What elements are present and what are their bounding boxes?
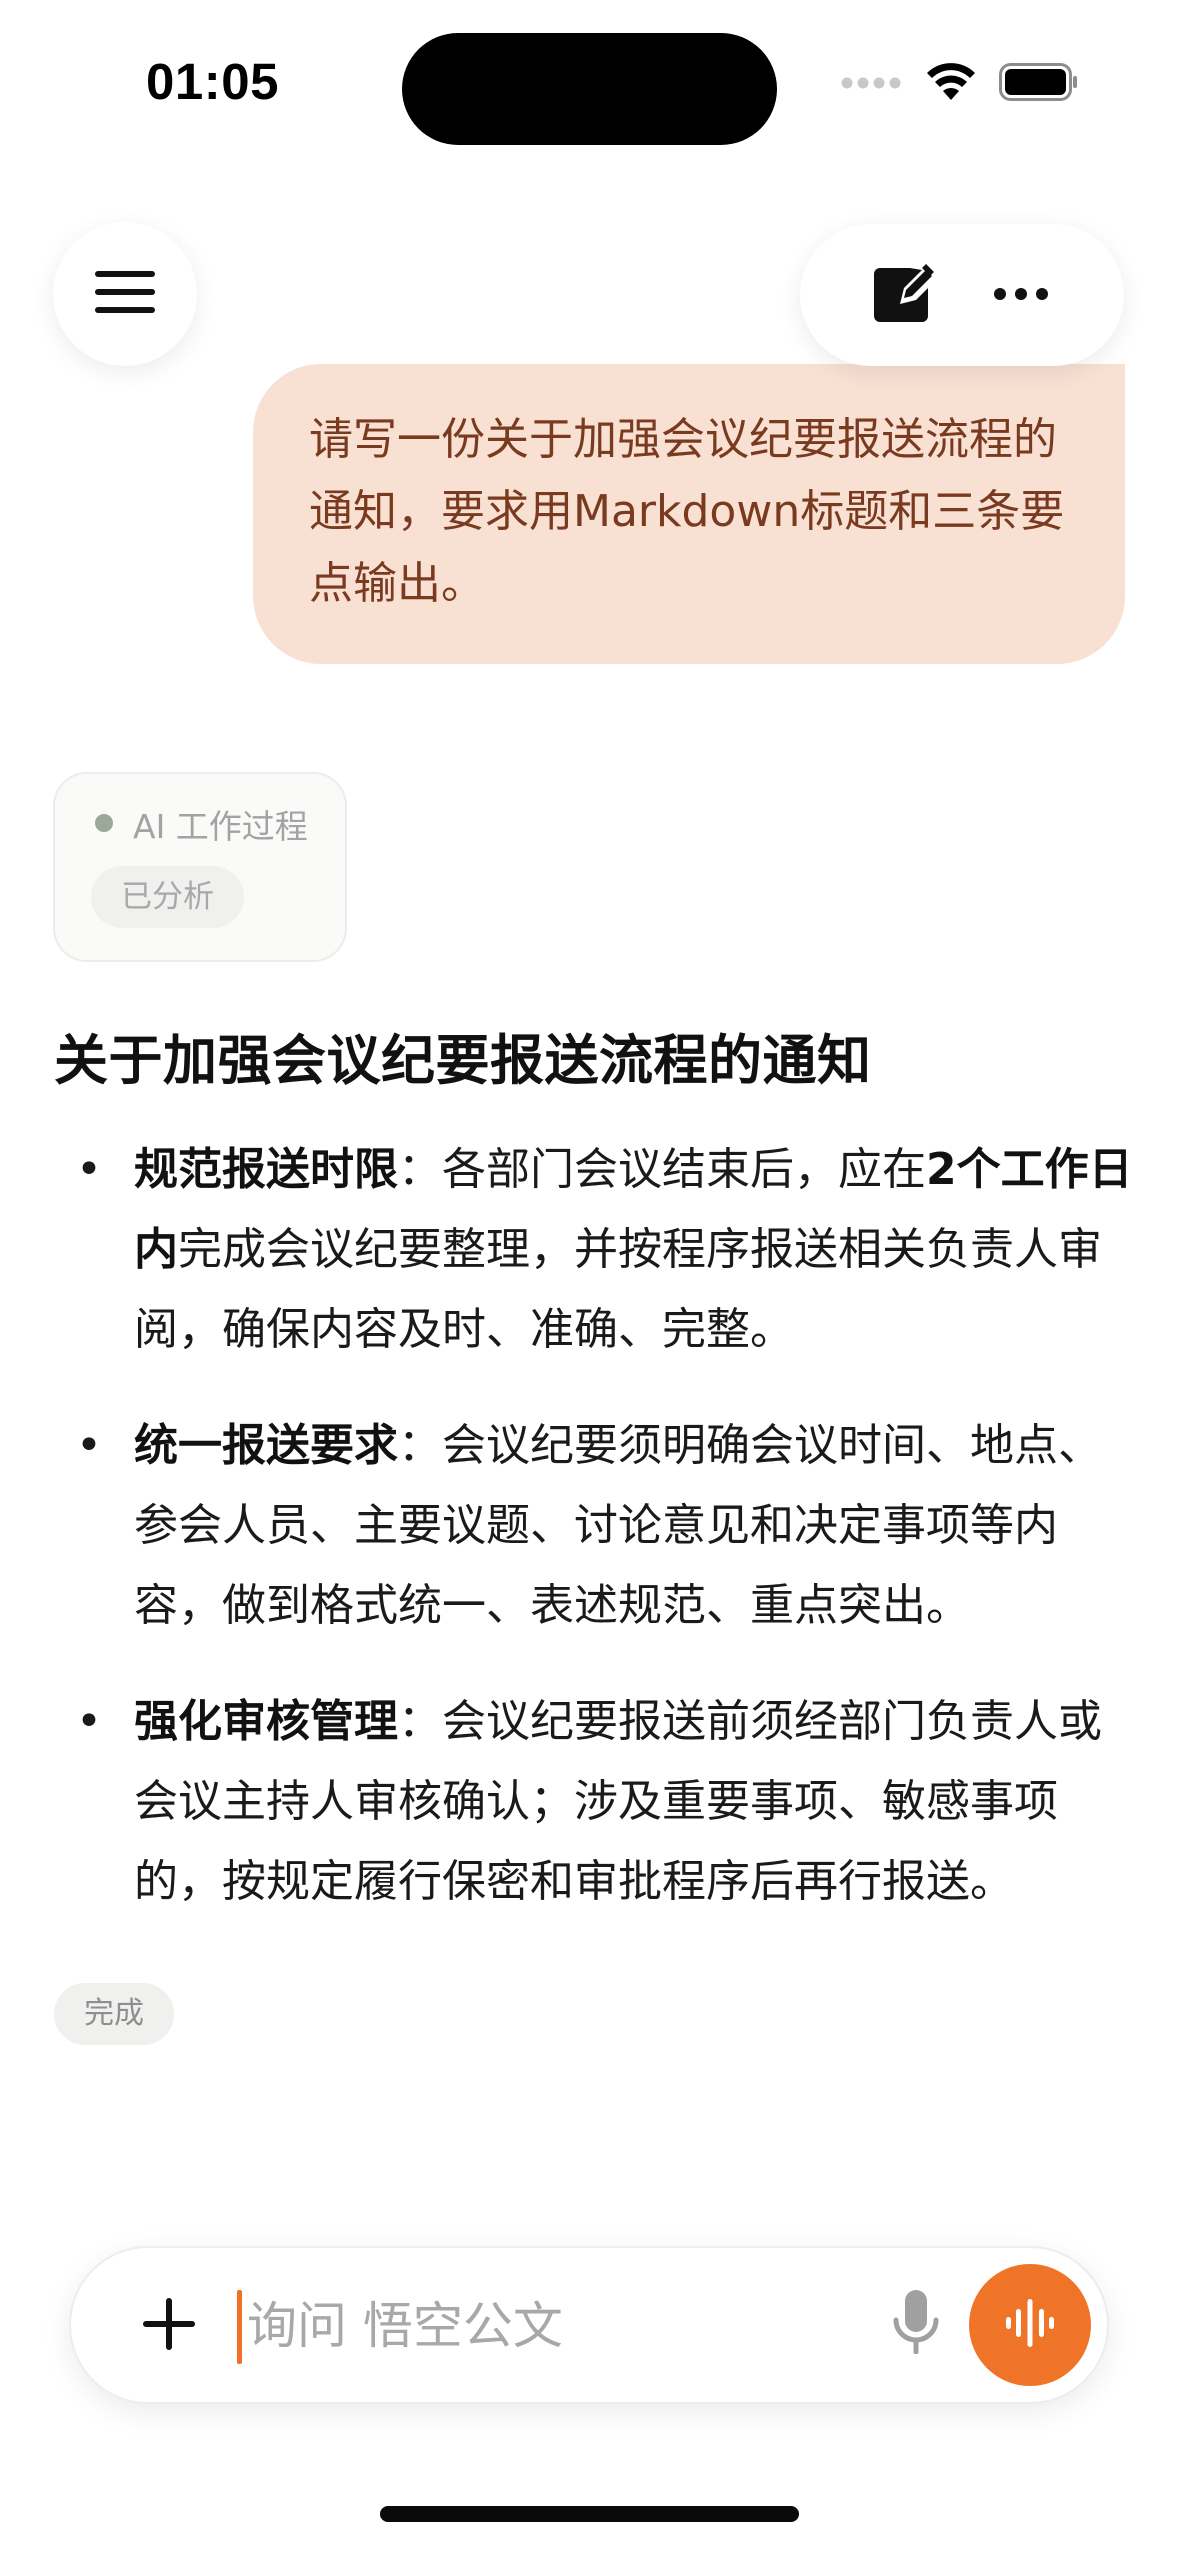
new-chat-button[interactable] xyxy=(863,255,943,335)
item-text: ：各部门会议结束后，应在 xyxy=(398,1144,926,1195)
more-options-button[interactable] xyxy=(981,255,1061,335)
home-indicator xyxy=(380,2506,799,2522)
microphone-icon xyxy=(891,2288,941,2362)
item-heading: 强化审核管理 xyxy=(134,1696,398,1747)
voice-mode-button[interactable] xyxy=(969,2264,1091,2386)
text-caret xyxy=(237,2290,242,2364)
attach-button[interactable] xyxy=(131,2288,207,2364)
bullet: • xyxy=(76,1144,102,1195)
answer-title: 关于加强会议纪要报送流程的通知 xyxy=(54,1029,872,1092)
menu-button[interactable] xyxy=(53,222,197,366)
voice-wave-icon xyxy=(1002,2295,1058,2355)
message-input[interactable] xyxy=(247,2278,907,2374)
dynamic-island xyxy=(402,33,777,145)
bullet: • xyxy=(76,1420,102,1471)
ai-process-card[interactable]: AI 工作过程 已分析 xyxy=(53,772,347,962)
item-text: 完成会议纪要整理，并按程序报送相关负责人审阅，确保内容及时、准确、完整。 xyxy=(134,1224,1102,1355)
answer-list: • 规范报送时限：各部门会议结束后，应在2个工作日内完成会议纪要整理，并按程序报… xyxy=(54,1130,1134,1958)
user-message-text: 请写一份关于加强会议纪要报送流程的通知，要求用Markdown标题和三条要点输出… xyxy=(309,414,1065,609)
battery-icon xyxy=(999,63,1079,105)
composer xyxy=(69,2246,1109,2404)
wifi-icon xyxy=(925,62,977,106)
list-item: • 强化审核管理：会议纪要报送前须经部门负责人或会议主持人审核确认；涉及重要事项… xyxy=(54,1682,1134,1922)
item-heading: 规范报送时限 xyxy=(134,1144,398,1195)
item-heading: 统一报送要求 xyxy=(134,1420,398,1471)
plus-icon xyxy=(141,2296,197,2356)
list-item: • 统一报送要求：会议纪要须明确会议时间、地点、参会人员、主要议题、讨论意见和决… xyxy=(54,1406,1134,1646)
hamburger-menu-icon xyxy=(95,269,155,319)
process-title: AI 工作过程 xyxy=(133,807,308,846)
signal-dots-icon xyxy=(841,75,903,94)
status-time: 01:05 xyxy=(146,53,279,110)
process-status-badge: 已分析 xyxy=(91,866,244,928)
header-actions xyxy=(800,224,1124,366)
bullet: • xyxy=(76,1696,102,1747)
status-icons xyxy=(841,62,1079,106)
user-message-bubble: 请写一份关于加强会议纪要报送流程的通知，要求用Markdown标题和三条要点输出… xyxy=(253,364,1125,664)
more-horizontal-icon xyxy=(993,286,1049,305)
done-badge: 完成 xyxy=(54,1983,174,2045)
mic-button[interactable] xyxy=(871,2280,961,2370)
process-status-dot xyxy=(95,814,113,832)
compose-icon xyxy=(870,260,936,330)
list-item: • 规范报送时限：各部门会议结束后，应在2个工作日内完成会议纪要整理，并按程序报… xyxy=(54,1130,1134,1370)
